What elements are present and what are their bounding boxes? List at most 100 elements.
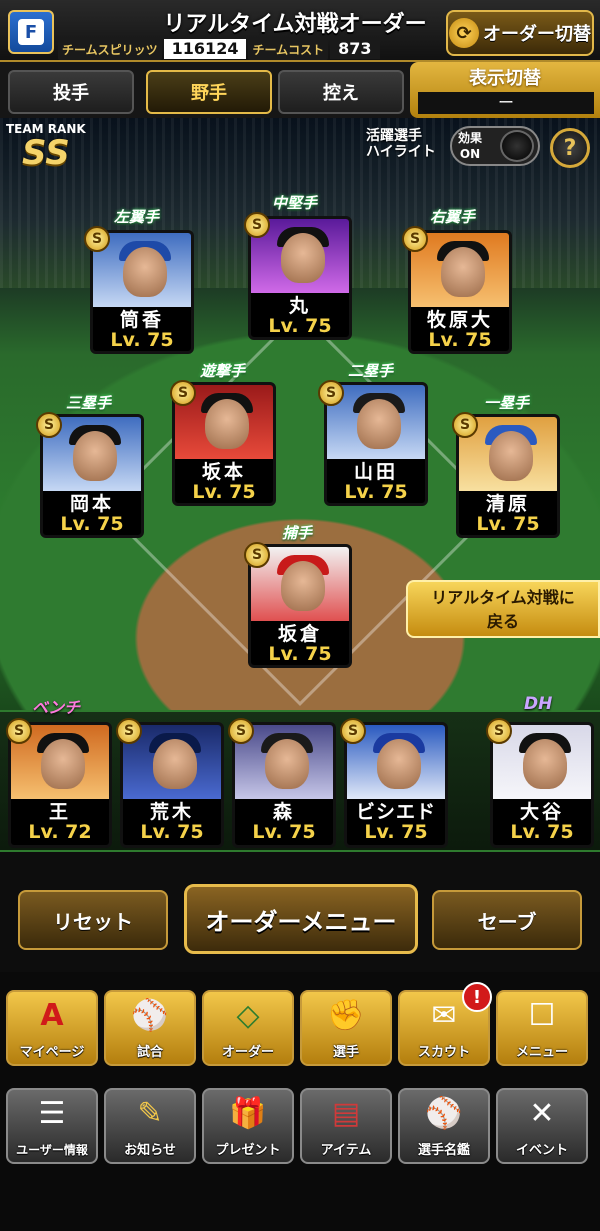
order-switch-button[interactable]: ⟳ オーダー切替	[446, 10, 594, 56]
rank-s-badge-icon: S	[36, 412, 62, 438]
player-level: Lv. 75	[60, 513, 124, 535]
secondary-nav: ☰ ユーザー情報 ✎ お知らせ 🎁 プレゼント ▤ アイテム ⚾ 選手名鑑 ✕ …	[0, 1084, 600, 1168]
tab-reserve[interactable]: 控え	[278, 70, 404, 114]
team-spirit-label: チームスピリッツ	[58, 38, 162, 60]
player-name: 山田	[353, 461, 398, 483]
rank-s-badge-icon: S	[170, 380, 196, 406]
reset-button[interactable]: リセット	[18, 890, 168, 950]
player-face	[489, 431, 533, 481]
team-rank-value: SS	[21, 133, 70, 173]
player-face	[123, 247, 167, 297]
nav-menu[interactable]: ☐ メニュー	[496, 990, 588, 1066]
display-switch-value: ー	[418, 92, 594, 114]
nav-label: メニュー	[515, 1045, 568, 1060]
nav-label: お知らせ	[124, 1143, 176, 1158]
primary-nav: A マイページ ⚾ 試合 ◇ オーダー ✊ 選手 ✉ スカウト ☐ メニュー	[0, 986, 600, 1070]
order-switch-label: オーダー切替	[483, 24, 591, 45]
position-label-3b: 三塁手	[66, 394, 112, 412]
player-face	[377, 739, 421, 789]
page-title: リアルタイム対戦オーダー	[163, 12, 427, 37]
player-name: 丸	[288, 295, 311, 317]
nav-label: プレゼント	[215, 1143, 281, 1158]
tab-fielder[interactable]: 野手	[146, 70, 272, 114]
mypage-icon: A	[40, 998, 64, 1033]
effect-label: 効果	[458, 131, 483, 145]
nav-user-info[interactable]: ☰ ユーザー情報	[6, 1088, 98, 1164]
nav-mypage[interactable]: A マイページ	[6, 990, 98, 1066]
display-switch-button[interactable]: 表示切替 ー	[410, 62, 600, 118]
nav-label: 選手名鑑	[417, 1143, 470, 1158]
return-to-battle-button[interactable]: リアルタイム対戦に 戻る	[406, 580, 600, 638]
team-spirit-value: 116124	[163, 39, 247, 59]
player-name: ビシエド	[355, 801, 436, 823]
player-name: 荒木	[149, 801, 194, 823]
highlight-label-line1: 活躍選手	[366, 128, 422, 144]
nav-label: スカウト	[417, 1045, 470, 1060]
player-name: 岡本	[69, 493, 114, 515]
team-logo-icon: F	[18, 19, 44, 45]
player-face	[153, 739, 197, 789]
nav-match[interactable]: ⚾ 試合	[104, 990, 196, 1066]
return-button-line1: リアルタイム対戦に	[431, 588, 575, 607]
position-label-lf: 左翼手	[114, 208, 160, 226]
player-face	[441, 247, 485, 297]
save-button[interactable]: セーブ	[432, 890, 582, 950]
rank-s-badge-icon: S	[340, 718, 366, 744]
display-switch-label: 表示切替	[469, 68, 541, 89]
team-stats: チームスピリッツ 116124 チームコスト 873	[58, 38, 440, 60]
gift-icon: 🎁	[229, 1096, 267, 1131]
player-name: 筒香	[119, 309, 164, 331]
player-level: Lv. 75	[192, 481, 256, 503]
nav-news[interactable]: ✎ お知らせ	[104, 1088, 196, 1164]
player-face	[205, 399, 249, 449]
bench-label: ベンチ	[32, 698, 81, 717]
player-face	[41, 739, 85, 789]
directory-icon: ⚾	[425, 1096, 463, 1131]
effect-value: ON	[459, 147, 481, 161]
position-label-ss: 遊撃手	[200, 362, 246, 380]
player-level: Lv. 75	[268, 315, 332, 337]
rank-s-badge-icon: S	[452, 412, 478, 438]
nav-order[interactable]: ◇ オーダー	[202, 990, 294, 1066]
item-icon: ▤	[331, 1096, 361, 1131]
rank-s-badge-icon: S	[486, 718, 512, 744]
highlight-label: 活躍選手 ハイライト	[366, 128, 436, 160]
team-rank: TEAM RANK SS	[6, 122, 86, 170]
nav-label: オーダー	[221, 1045, 274, 1060]
field-icon: ◇	[236, 998, 260, 1033]
position-label-rf: 右翼手	[430, 208, 476, 226]
player-level: Lv. 75	[252, 821, 316, 843]
rank-s-badge-icon: S	[244, 212, 270, 238]
order-menu-button[interactable]: オーダーメニュー	[184, 884, 418, 954]
team-cost-label: チームコスト	[248, 38, 329, 60]
nav-label: 選手	[332, 1045, 359, 1060]
notification-badge: !	[462, 982, 492, 1012]
return-button-line2: 戻る	[486, 612, 519, 631]
player-level: Lv. 75	[364, 821, 428, 843]
nav-label: アイテム	[320, 1143, 372, 1158]
tab-pitcher[interactable]: 投手	[8, 70, 134, 114]
nav-item[interactable]: ▤ アイテム	[300, 1088, 392, 1164]
nav-player[interactable]: ✊ 選手	[300, 990, 392, 1066]
player-level: Lv. 75	[110, 329, 174, 351]
highlight-label-line2: ハイライト	[366, 144, 436, 160]
dh-label: DH	[524, 694, 553, 714]
nav-label: マイページ	[19, 1045, 85, 1060]
rank-s-badge-icon: S	[402, 226, 428, 252]
player-name: 清原	[485, 493, 530, 515]
player-name: 大谷	[519, 801, 564, 823]
player-name: 坂本	[201, 461, 246, 483]
player-name: 王	[48, 801, 71, 823]
player-level: Lv. 75	[476, 513, 540, 535]
effect-toggle-text: 効果 ON	[458, 130, 482, 162]
nav-event[interactable]: ✕ イベント	[496, 1088, 588, 1164]
effect-toggle[interactable]: 効果 ON	[450, 126, 540, 166]
nav-present[interactable]: 🎁 プレゼント	[202, 1088, 294, 1164]
nav-directory[interactable]: ⚾ 選手名鑑	[398, 1088, 490, 1164]
rank-s-badge-icon: S	[244, 542, 270, 568]
player-level: Lv. 75	[268, 643, 332, 665]
nav-label: イベント	[515, 1143, 568, 1158]
help-button[interactable]: ?	[550, 128, 590, 168]
player-face	[523, 739, 567, 789]
team-logo-button[interactable]: F	[8, 10, 54, 54]
